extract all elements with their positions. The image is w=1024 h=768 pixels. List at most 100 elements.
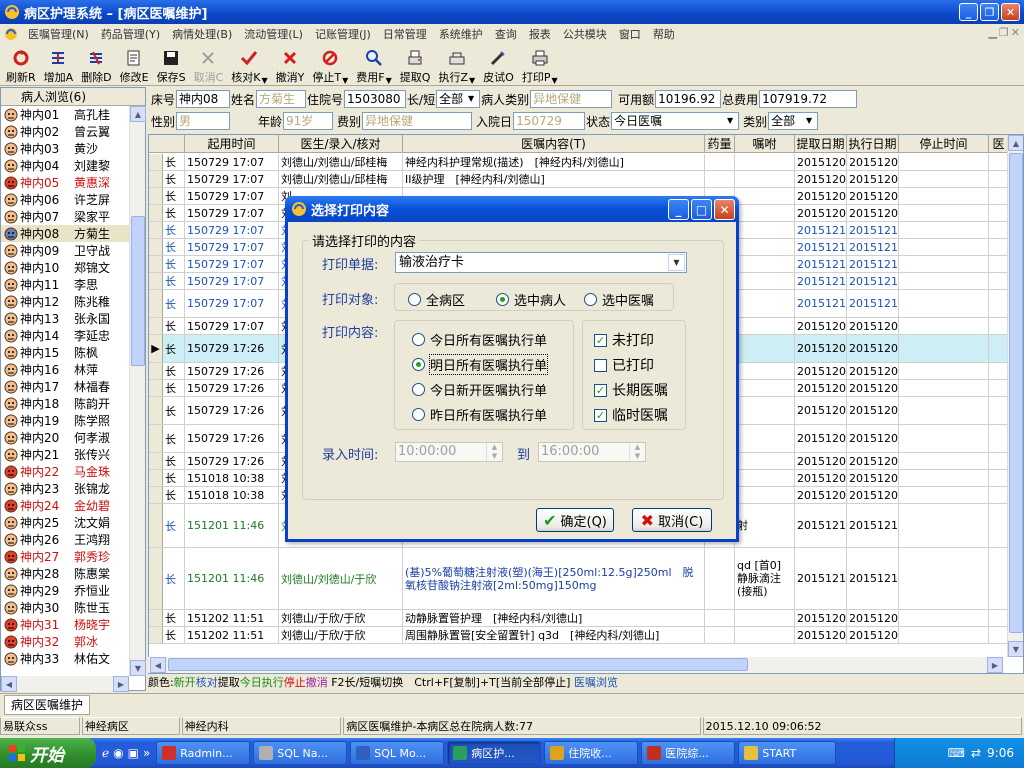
patient-list-item[interactable]: 神内22 马金珠 [1,463,129,480]
mdi-minimize-icon[interactable]: ▁ [988,26,996,39]
patient-list-item[interactable]: 神内05 黄惠深 [1,174,129,191]
media-icon[interactable]: ◉ [113,746,123,760]
time-spinner-icon[interactable]: ▲ ▼ [486,443,502,461]
patient-list-scrollbar[interactable]: ▲ ▼ [129,106,146,676]
orders-grid-hscrollbar[interactable]: ◀ ▶ [148,657,1003,673]
taskbar-button[interactable]: Radmin... [156,741,251,765]
taskbar-button[interactable]: SQL Mo... [350,741,445,765]
grid-row[interactable]: 长 151201 11:46 刘德山/刘德山/于欣 (基)5%葡萄糖注射液(塑)(海王… [149,548,1009,610]
menu-item[interactable]: 医嘱管理(N) [22,26,95,42]
grid-header-cell[interactable]: 医生/录入/核对 [279,135,403,152]
patient-list-item[interactable]: 神内25 沈文娟 [1,514,129,531]
print-filter-checkbox[interactable]: ✓ 未打印 [594,330,654,350]
admit-date-field[interactable]: 150729 [513,112,586,130]
more-icon[interactable]: » [143,746,150,760]
minimize-button[interactable]: _ [959,3,978,21]
status-select[interactable]: 今日医嘱 [611,112,740,130]
chevron-down-icon[interactable]: ▼ [469,76,475,85]
restore-button[interactable]: ❐ [980,3,999,21]
grid-scroll-left-icon[interactable]: ◀ [150,657,166,673]
age-field[interactable]: 91岁 [283,112,334,130]
menu-item[interactable]: 系统维护 [433,26,489,42]
grid-row[interactable]: 长 150729 17:07 刘德山/刘德山/邱桂梅 神经内科护理常规(描述) [神经… [149,154,1009,171]
toolbar-execute-button[interactable]: 执行Z ▼ [434,45,479,85]
toolbar-check-button[interactable]: 核对K ▼ [227,45,271,85]
menu-item[interactable]: 流动管理(L) [238,26,309,42]
patient-list-item[interactable]: 神内19 陈学照 [1,412,129,429]
chevron-down-icon[interactable]: ▼ [386,76,392,85]
time-spinner-icon[interactable]: ▲ ▼ [629,443,645,461]
grid-scroll-right-icon[interactable]: ▶ [987,657,1003,673]
grid-header-cell[interactable]: 医嘱内容(T) [403,135,705,152]
toolbar-delete-button[interactable]: 删除D [77,45,115,85]
dialog-close-button[interactable]: ✕ [714,199,735,220]
taskbar-button[interactable]: SQL Na... [253,741,348,765]
orders-grid-scrollbar[interactable]: ▲ ▼ [1007,135,1023,657]
toolbar-extract-button[interactable]: 提取Q [396,45,435,85]
patient-type-field[interactable]: 异地保健 [530,90,613,108]
grid-header-cell[interactable]: 嘱咐 [735,135,795,152]
patient-list-item[interactable]: 神内31 杨晓宇 [1,616,129,633]
taskbar-button[interactable]: 住院收... [544,741,639,765]
taskbar-button[interactable]: 病区护... [447,741,542,765]
toolbar-fee-button[interactable]: 费用F ▼ [352,45,395,85]
toolbar-add-button[interactable]: 增加A [40,45,78,85]
patient-list-item[interactable]: 神内06 许芝屏 [1,191,129,208]
print-target-radio[interactable]: 选中医嘱 [584,290,654,309]
print-content-radio[interactable]: 今日新开医嘱执行单 [412,380,547,399]
grid-scroll-down-icon[interactable]: ▼ [1008,641,1023,657]
category-select[interactable]: 全部 [768,112,819,130]
menu-item[interactable]: 窗口 [613,26,647,42]
grid-row[interactable]: 长 151202 11:51 刘德山/于欣/于欣 周围静脉置管[安全留置针] q3d … [149,627,1009,644]
patient-list-item[interactable]: 神内15 陈枫 [1,344,129,361]
desktop-icon[interactable]: ▣ [128,746,139,760]
patient-list-item[interactable]: 神内13 张永国 [1,310,129,327]
scroll-down-icon[interactable]: ▼ [130,660,146,676]
menu-item[interactable]: 记账管理(J) [309,26,377,42]
menu-item[interactable]: 病情处理(B) [166,26,238,42]
patient-list-item[interactable]: 神内20 何孝淑 [1,429,129,446]
grid-header-cell[interactable]: 停止时间 [899,135,989,152]
print-content-radio[interactable]: 明日所有医嘱执行单 [412,354,549,375]
grid-scroll-thumb[interactable] [1009,153,1023,633]
print-filter-checkbox[interactable]: ✓ 临时医嘱 [594,405,668,425]
patient-list-item[interactable]: 神内17 林福春 [1,378,129,395]
patient-list-item[interactable]: 神内23 张锦龙 [1,480,129,497]
patient-list-item[interactable]: 神内04 刘建黎 [1,157,129,174]
toolbar-undo-button[interactable]: 撤消Y [272,45,309,85]
scroll-right-icon[interactable]: ▶ [113,676,129,692]
scroll-up-icon[interactable]: ▲ [130,106,146,122]
term-select[interactable]: 全部 [436,90,481,108]
grid-scroll-up-icon[interactable]: ▲ [1008,135,1023,151]
patient-list-item[interactable]: 神内29 乔恒业 [1,582,129,599]
print-doc-select[interactable]: 输液治疗卡 ▼ [395,252,687,273]
scroll-left-icon[interactable]: ◀ [1,676,17,692]
patient-list-item[interactable]: 神内08 方菊生 [1,225,129,242]
dialog-maximize-button[interactable]: □ [691,199,712,220]
legend-browse[interactable]: 医嘱浏览 [574,676,618,689]
fee-type-field[interactable]: 异地保健 [362,112,473,130]
taskbar-button[interactable]: 医院综... [641,741,736,765]
patient-list-item[interactable]: 神内18 陈韵开 [1,395,129,412]
name-field[interactable]: 方菊生 [256,90,307,108]
patient-list-item[interactable]: 神内27 郭秀珍 [1,548,129,565]
toolbar-stop-button[interactable]: 停止T ▼ [308,45,352,85]
toolbar-print-button[interactable]: 打印P ▼ [518,45,562,85]
mdi-close-icon[interactable]: ✕ [1011,26,1020,39]
grid-row[interactable]: 长 151202 11:51 刘德山/于欣/于欣 动静脉置管护理 [神经内科/刘德山]… [149,610,1009,627]
menu-item[interactable]: 查询 [489,26,523,42]
patient-list-item[interactable]: 神内09 卫守战 [1,242,129,259]
balance-field[interactable]: 10196.92 [655,90,722,108]
print-filter-checkbox[interactable]: ✓ 长期医嘱 [594,380,668,400]
grid-row[interactable]: 长 150729 17:07 刘德山/刘德山/邱桂梅 II级护理 [神经内科/刘德山]… [149,171,1009,188]
patient-list-item[interactable]: 神内07 梁家平 [1,208,129,225]
patient-list-item[interactable]: 神内21 张传兴 [1,446,129,463]
tab-order-maintenance[interactable]: 病区医嘱维护 [4,695,91,715]
menu-item[interactable]: 报表 [523,26,557,42]
patient-list-item[interactable]: 神内28 陈惠棠 [1,565,129,582]
grid-hscroll-thumb[interactable] [168,658,748,671]
patient-list-item[interactable]: 神内33 林佑文 [1,650,129,667]
chevron-down-icon[interactable]: ▼ [668,254,685,271]
toolbar-edit-button[interactable]: 修改E [116,45,153,85]
tray-keyboard-icon[interactable]: ⌨ [948,746,965,760]
